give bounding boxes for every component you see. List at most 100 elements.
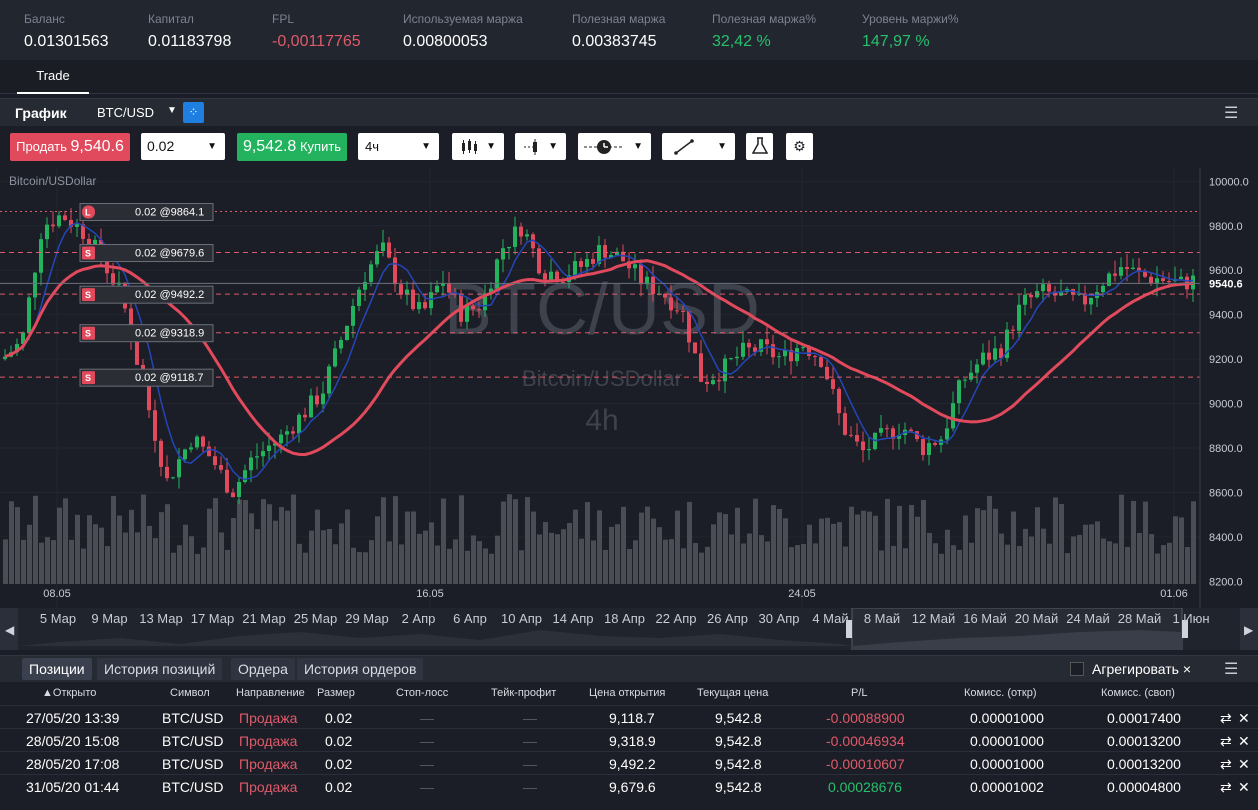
col-pl[interactable]: P/L <box>851 687 868 699</box>
candle-body <box>1119 267 1123 276</box>
close-position-icon[interactable]: ✕ <box>1238 710 1250 727</box>
reverse-icon[interactable]: ⇄ <box>1220 779 1232 796</box>
close-position-icon[interactable]: ✕ <box>1238 733 1250 750</box>
volume-bar <box>399 544 404 584</box>
cell-direction: Продажа <box>239 710 298 726</box>
col-fee-open[interactable]: Комисс. (откр) <box>964 687 1037 699</box>
col-stop-loss[interactable]: Стоп-лосс <box>396 687 448 699</box>
volume-bar <box>1071 536 1076 584</box>
cell-pl: -0.00046934 <box>826 733 905 749</box>
candle-body <box>1149 276 1153 284</box>
volume-bar <box>597 510 602 584</box>
cell-open-price: 9,118.7 <box>609 710 655 726</box>
sell-button[interactable]: Продать 9,540.6 <box>10 133 130 161</box>
symbol-selector[interactable]: BTC/USD <box>97 105 154 120</box>
y-tick-label: 9800.0 <box>1209 221 1243 233</box>
reverse-icon[interactable]: ⇄ <box>1220 733 1232 750</box>
timeframe-dropdown[interactable]: 4ч ▼ <box>358 133 439 160</box>
candle-body <box>705 381 709 385</box>
stat-value: 0.01183798 <box>148 33 232 50</box>
stat-label: FPL <box>272 12 295 26</box>
chart-settings-button[interactable]: ⚙ <box>786 133 813 160</box>
cell-take-profit[interactable]: — <box>523 733 537 749</box>
volume-bar <box>1089 524 1094 584</box>
col-current-price[interactable]: Текущая цена <box>697 687 768 699</box>
col-fee-swap[interactable]: Комисс. (своп) <box>1101 687 1175 699</box>
price-chart[interactable]: BTC/USD Bitcoin/USDollar 4h L 0.02 @9864.1 S… <box>0 168 1258 608</box>
candle-body <box>1167 280 1171 282</box>
volume-bar <box>663 539 668 584</box>
navigator-date: 20 Май <box>1015 611 1059 626</box>
cell-stop-loss[interactable]: — <box>420 710 434 726</box>
tab-orders[interactable]: Ордера <box>231 658 295 680</box>
volume-bar <box>567 523 572 584</box>
candle-body <box>315 395 319 405</box>
price-line-dropdown[interactable]: ▼ <box>578 133 651 160</box>
symbol-description: Bitcoin/USDollar <box>9 174 97 188</box>
col-symbol[interactable]: Символ <box>170 687 210 699</box>
table-row[interactable]: 28/05/20 17:08 BTC/USD Продажа 0.02 — — … <box>0 751 1258 775</box>
volume-bar <box>171 552 176 584</box>
candle-body <box>171 477 175 479</box>
candle-body <box>837 388 841 414</box>
order-tools-dropdown[interactable]: ▼ <box>515 133 566 160</box>
tab-position-history[interactable]: История позиций <box>97 658 223 680</box>
time-navigator[interactable]: ◀ ▶ 5 Мар 9 Мар 13 Мар 17 Мар 21 Мар 25 Мар 29… <box>0 607 1258 651</box>
hamburger-menu-icon[interactable]: ☰ <box>1224 103 1238 123</box>
aggregate-checkbox[interactable] <box>1070 662 1084 676</box>
volume-bar <box>645 506 650 584</box>
cell-stop-loss[interactable]: — <box>420 756 434 772</box>
col-open-price[interactable]: Цена открытия <box>589 687 665 699</box>
cell-stop-loss[interactable]: — <box>420 733 434 749</box>
navigator-date: 18 Апр <box>604 611 645 626</box>
hamburger-menu-icon[interactable]: ☰ <box>1224 659 1238 679</box>
buy-button[interactable]: 9,542.8 Купить <box>237 133 347 161</box>
price-line-icon <box>584 140 624 154</box>
volume-bar <box>261 499 266 584</box>
table-row[interactable]: 31/05/20 01:44 BTC/USD Продажа 0.02 — — … <box>0 774 1258 798</box>
candles-icon <box>462 139 477 154</box>
navigator-svg[interactable]: ◀ ▶ 5 Мар 9 Мар 13 Мар 17 Мар 21 Мар 25 Мар 29… <box>0 607 1258 651</box>
caret-down-icon[interactable]: ▼ <box>167 105 177 116</box>
candle-body <box>771 344 775 358</box>
sell-label: Продать <box>16 139 67 154</box>
aggregate-toggle[interactable]: Агрегировать × <box>1070 661 1191 677</box>
tab-trade[interactable]: Trade <box>17 60 89 94</box>
price-chart-svg[interactable]: BTC/USD Bitcoin/USDollar 4h L 0.02 @9864.1 S… <box>0 168 1258 608</box>
close-position-icon[interactable]: ✕ <box>1238 756 1250 773</box>
col-direction[interactable]: Направление <box>236 687 305 699</box>
tab-positions[interactable]: Позиции <box>22 658 92 680</box>
volume-bar <box>669 539 674 584</box>
volume-bar <box>69 539 74 584</box>
chart-type-dropdown[interactable]: ▼ <box>452 133 504 160</box>
cell-take-profit[interactable]: — <box>523 710 537 726</box>
indicators-flask-icon[interactable] <box>746 133 773 160</box>
reverse-icon[interactable]: ⇄ <box>1220 756 1232 773</box>
col-size[interactable]: Размер <box>317 687 355 699</box>
navigator-date: 24 Май <box>1066 611 1110 626</box>
close-position-icon[interactable]: ✕ <box>1238 779 1250 796</box>
cell-take-profit[interactable]: — <box>523 756 537 772</box>
table-row[interactable]: 28/05/20 15:08 BTC/USD Продажа 0.02 — — … <box>0 728 1258 752</box>
candle-body <box>1101 285 1105 293</box>
stat-free-margin: Полезная маржа 0.00383745 <box>572 12 665 51</box>
close-icon[interactable]: × <box>1183 661 1191 677</box>
link-icon[interactable]: ⁘ <box>183 102 204 123</box>
quantity-dropdown[interactable]: 0.02 ▼ <box>141 133 225 160</box>
col-take-profit[interactable]: Тейк-профит <box>491 687 556 699</box>
tab-order-history[interactable]: История ордеров <box>297 658 424 680</box>
y-tick-label: 8800.0 <box>1209 443 1243 455</box>
candle-body <box>585 259 589 267</box>
candle-body <box>447 283 451 293</box>
col-opened[interactable]: ▲Открыто <box>42 687 96 699</box>
candle-body <box>159 440 163 467</box>
drawing-tools-dropdown[interactable]: ▼ <box>662 133 735 160</box>
cell-opened: 31/05/20 01:44 <box>26 779 120 795</box>
cell-take-profit[interactable]: — <box>523 779 537 795</box>
table-row[interactable]: 27/05/20 13:39 BTC/USD Продажа 0.02 — — … <box>0 705 1258 729</box>
volume-bar <box>1185 547 1190 584</box>
reverse-icon[interactable]: ⇄ <box>1220 710 1232 727</box>
cell-stop-loss[interactable]: — <box>420 779 434 795</box>
candle-body <box>579 261 583 267</box>
volume-bar <box>351 547 356 584</box>
